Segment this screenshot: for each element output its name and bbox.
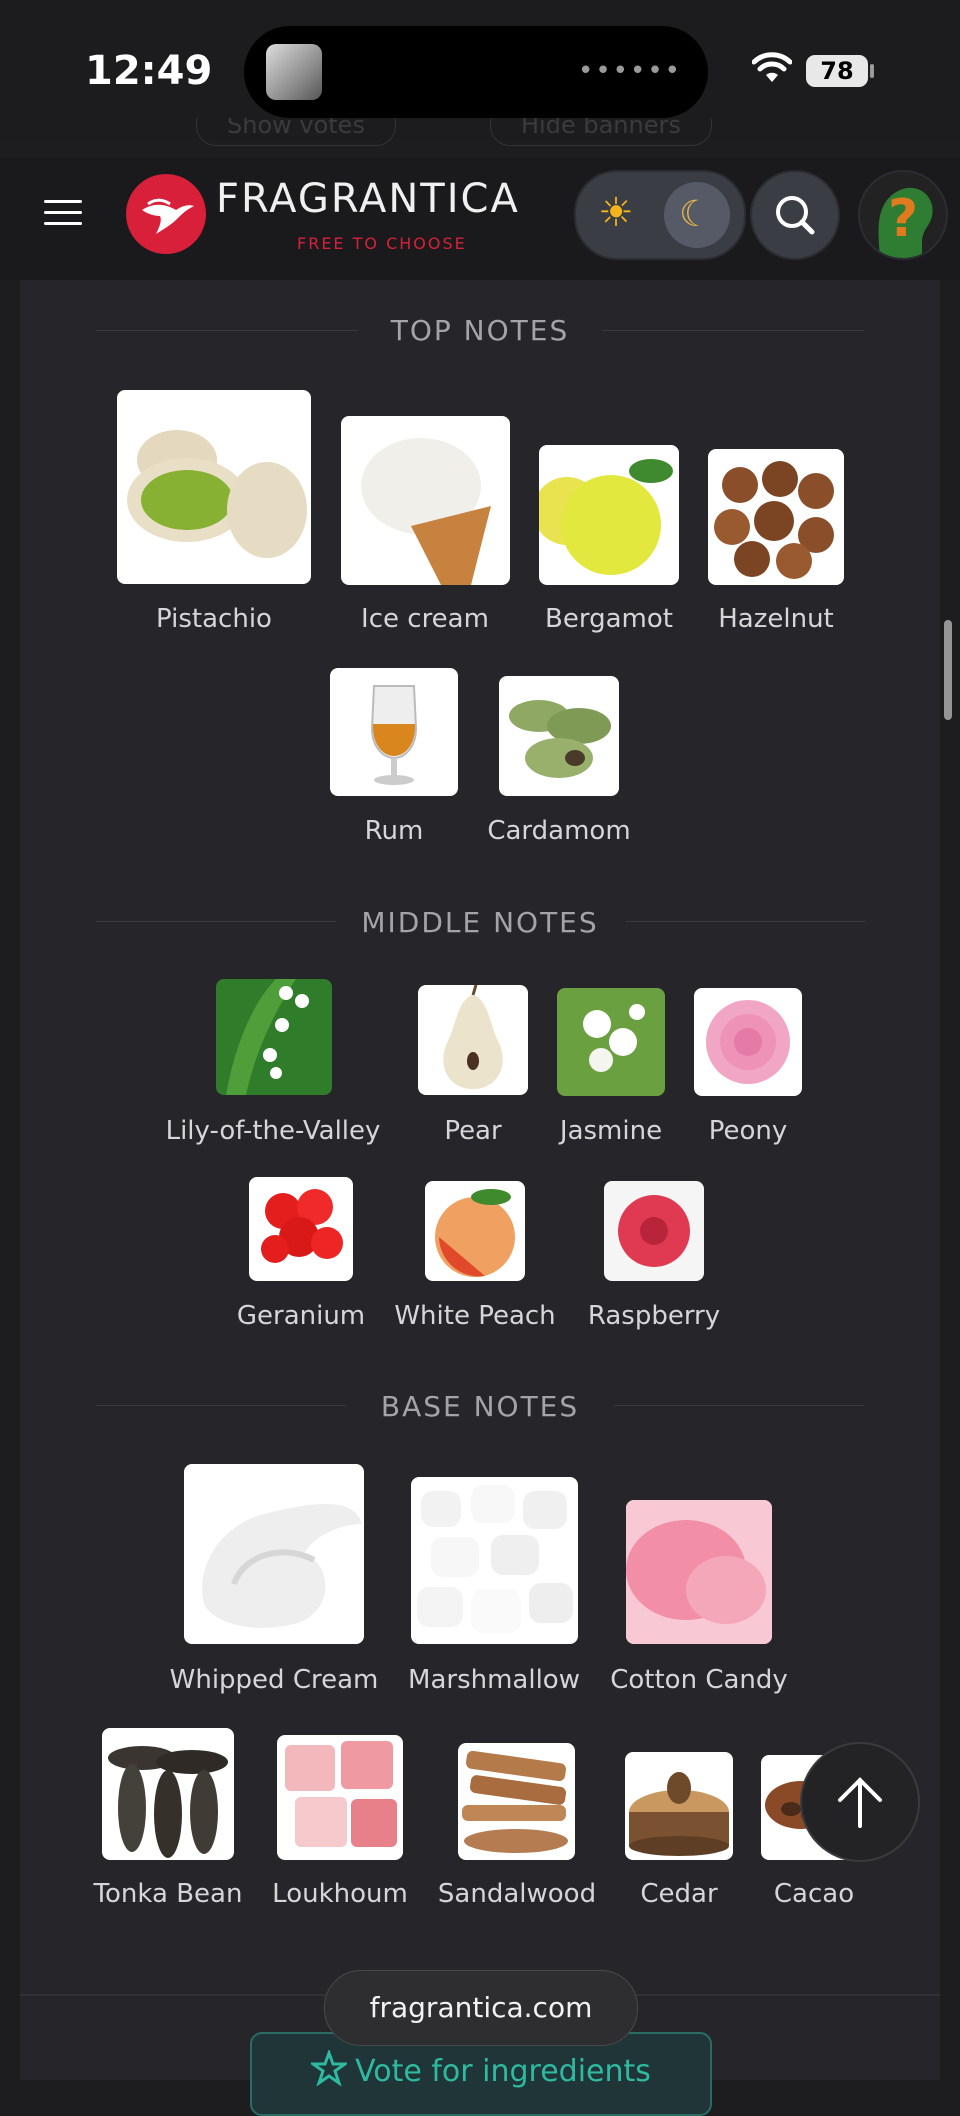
note-label[interactable]: Peony — [709, 1116, 788, 1146]
geranium-image[interactable] — [249, 1177, 353, 1281]
now-playing-thumbnail — [266, 44, 322, 100]
pistachio-image[interactable] — [117, 390, 311, 584]
dark-mode-knob[interactable]: ☾ — [664, 182, 730, 248]
note-label[interactable]: Rum — [365, 816, 424, 846]
peony-image[interactable] — [694, 988, 802, 1096]
dynamic-island[interactable]: •••••• — [244, 26, 708, 118]
note-label[interactable]: Sandalwood — [438, 1879, 596, 1909]
battery-tip — [870, 64, 874, 78]
cardamom-image[interactable] — [499, 676, 619, 796]
cedar-image[interactable] — [625, 1752, 733, 1860]
theme-toggle[interactable]: ☀ ☾ — [574, 170, 746, 260]
sun-icon[interactable]: ☀ — [598, 190, 634, 236]
note-label[interactable]: Bergamot — [545, 604, 673, 634]
middle-notes-title: MIDDLE NOTES — [361, 906, 599, 939]
more-dots-icon: •••••• — [577, 56, 682, 86]
hummingbird-icon — [142, 198, 194, 234]
question-head-icon: ? — [878, 187, 933, 258]
note-label[interactable]: Whipped Cream — [170, 1665, 379, 1695]
brand-tagline: FREE TO CHOOSE — [297, 234, 467, 253]
note-label[interactable]: White Peach — [394, 1301, 555, 1331]
note-label[interactable]: Lily-of-the-Valley — [166, 1116, 381, 1146]
svg-text:?: ? — [888, 189, 918, 249]
site-header: FRAGRANTICA FREE TO CHOOSE ☀ ☾ ? — [0, 158, 960, 280]
white-peach-image[interactable] — [425, 1181, 525, 1281]
vote-button-label: Vote for ingredients — [355, 2054, 651, 2089]
brand-name[interactable]: FRAGRANTICA — [216, 176, 520, 222]
note-label[interactable]: Raspberry — [588, 1301, 720, 1331]
hidden-toolbar: Show votes Hide banners — [0, 118, 960, 158]
search-icon — [776, 196, 815, 235]
note-label[interactable]: Ice cream — [361, 604, 489, 634]
show-votes-pill[interactable]: Show votes — [196, 118, 396, 146]
hide-banners-pill[interactable]: Hide banners — [490, 118, 712, 146]
marshmallow-image[interactable] — [411, 1477, 578, 1644]
pear-image[interactable] — [418, 985, 528, 1095]
lily-of-the-valley-image[interactable] — [216, 979, 332, 1095]
tonka-bean-image[interactable] — [102, 1728, 234, 1860]
raspberry-image[interactable] — [604, 1181, 704, 1281]
hazelnut-image[interactable] — [708, 449, 844, 585]
note-label[interactable]: Cedar — [640, 1879, 717, 1909]
top-notes-title: TOP NOTES — [390, 314, 570, 347]
note-label[interactable]: Pistachio — [156, 604, 272, 634]
jasmine-image[interactable] — [557, 988, 665, 1096]
note-label[interactable]: Loukhoum — [272, 1879, 408, 1909]
ice-cream-image[interactable] — [341, 416, 510, 585]
note-label[interactable]: Pear — [444, 1116, 501, 1146]
note-label[interactable]: Cardamom — [487, 816, 630, 846]
clock: 12:49 — [85, 48, 213, 94]
cotton-candy-image[interactable] — [626, 1500, 772, 1644]
moon-icon: ☾ — [679, 194, 712, 235]
note-label[interactable]: Cacao — [774, 1879, 854, 1909]
scroll-to-top-button[interactable] — [800, 1742, 920, 1862]
search-button[interactable] — [750, 170, 840, 260]
scrollbar[interactable] — [944, 620, 952, 720]
loukhoum-image[interactable] — [277, 1735, 403, 1860]
bergamot-image[interactable] — [539, 445, 679, 585]
menu-icon[interactable] — [44, 200, 82, 226]
sandalwood-image[interactable] — [458, 1743, 575, 1860]
note-label[interactable]: Cotton Candy — [610, 1665, 788, 1695]
fragrantica-logo-icon[interactable] — [126, 174, 206, 254]
battery-indicator: 78 — [806, 55, 868, 87]
browser-url-bar[interactable]: fragrantica.com — [324, 1970, 638, 2046]
note-label[interactable]: Geranium — [237, 1301, 365, 1331]
whipped-cream-image[interactable] — [184, 1464, 364, 1644]
note-label[interactable]: Hazelnut — [718, 604, 834, 634]
arrow-up-icon — [838, 1777, 882, 1828]
note-label[interactable]: Tonka Bean — [94, 1879, 243, 1909]
note-label[interactable]: Marshmallow — [408, 1665, 580, 1695]
base-notes-title: BASE NOTES — [380, 1390, 580, 1423]
wifi-icon — [752, 52, 792, 82]
profile-avatar[interactable]: ? — [858, 170, 948, 260]
note-label[interactable]: Jasmine — [560, 1116, 662, 1146]
rum-image[interactable] — [330, 668, 458, 796]
